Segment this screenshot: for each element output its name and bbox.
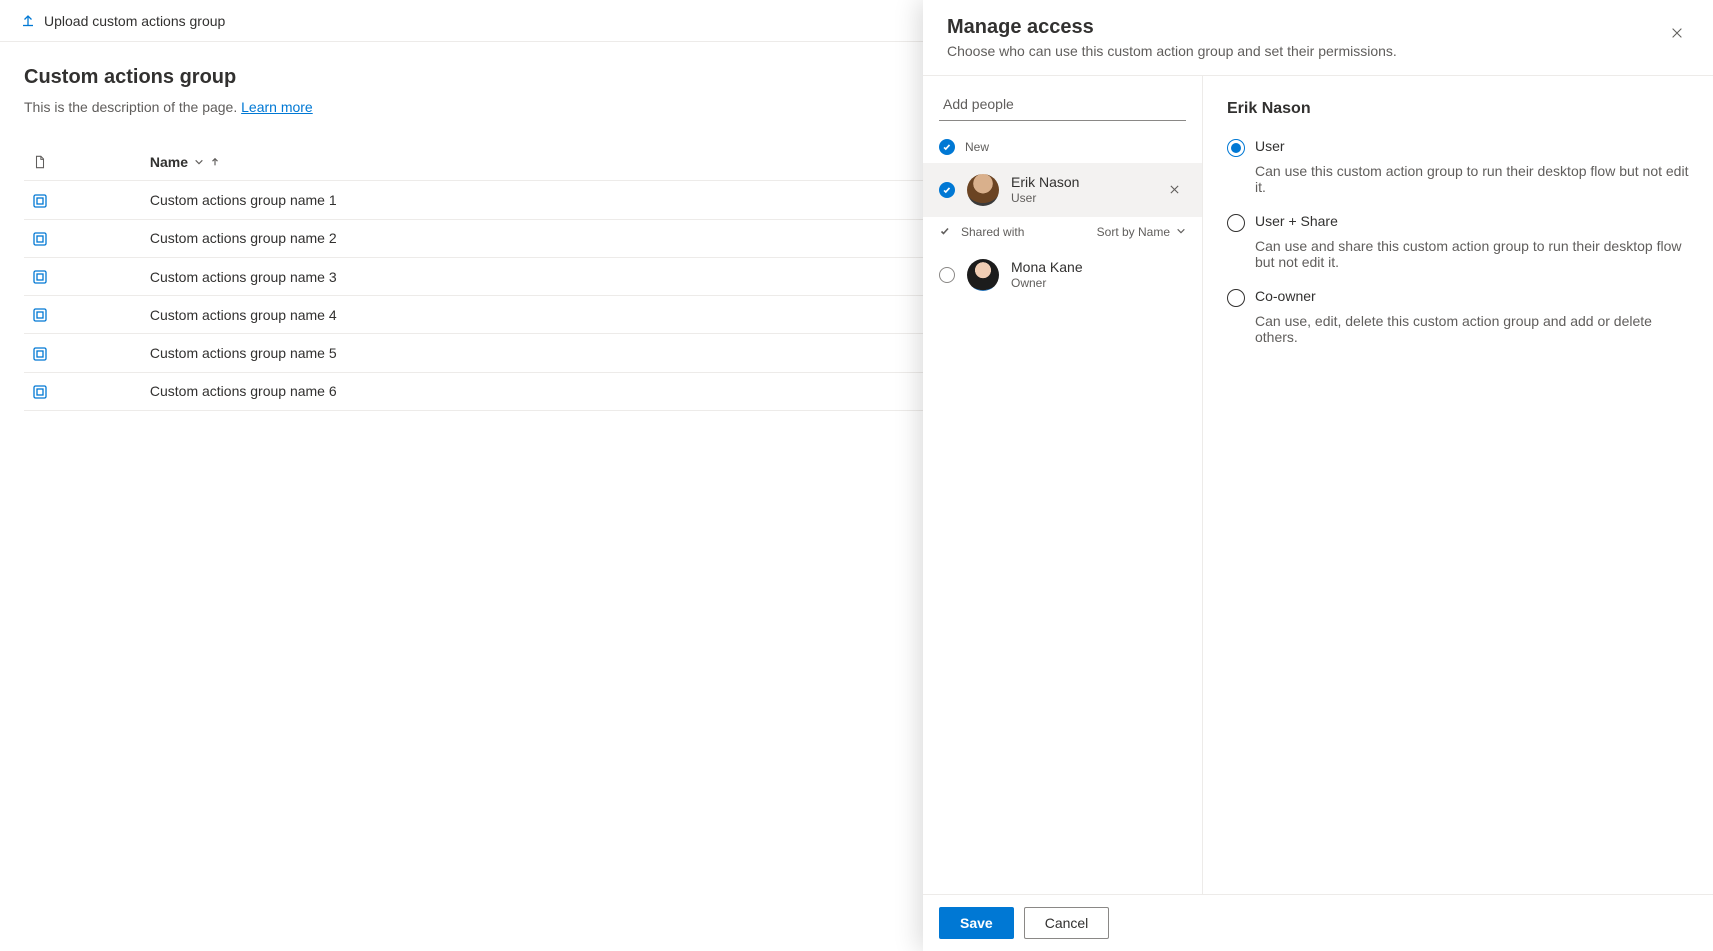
person-role: User bbox=[1011, 191, 1079, 207]
check-badge-icon bbox=[939, 182, 955, 198]
option-description: Can use, edit, delete this custom action… bbox=[1255, 313, 1689, 345]
sort-dropdown[interactable]: Sort by Name bbox=[1097, 225, 1186, 239]
group-icon bbox=[32, 346, 48, 362]
option-description: Can use and share this custom action gro… bbox=[1255, 238, 1689, 270]
permission-detail: Erik Nason User Can use this custom acti… bbox=[1203, 76, 1713, 894]
avatar bbox=[967, 259, 999, 291]
panel-header: Manage access Choose who can use this cu… bbox=[923, 0, 1713, 76]
arrow-up-icon bbox=[210, 154, 220, 170]
group-icon bbox=[32, 231, 48, 247]
column-header-name[interactable]: Name bbox=[150, 154, 994, 170]
permission-option[interactable]: Co-owner bbox=[1227, 288, 1689, 307]
section-new: New bbox=[923, 131, 1202, 163]
upload-button[interactable]: Upload custom actions group bbox=[16, 7, 229, 35]
section-shared: Shared with Sort by Name bbox=[923, 217, 1202, 248]
row-name: Custom actions group name 2 bbox=[142, 219, 1002, 257]
option-label: User bbox=[1255, 138, 1285, 154]
learn-more-link[interactable]: Learn more bbox=[241, 99, 313, 115]
chevron-down-icon bbox=[194, 154, 204, 170]
group-icon bbox=[32, 269, 48, 285]
close-icon bbox=[1670, 26, 1684, 43]
group-icon bbox=[32, 193, 48, 209]
group-icon bbox=[32, 307, 48, 323]
close-button[interactable] bbox=[1661, 18, 1693, 50]
person-row[interactable]: Mona Kane Owner bbox=[923, 248, 1202, 302]
option-label: User + Share bbox=[1255, 213, 1338, 229]
chevron-down-icon bbox=[1176, 225, 1186, 239]
panel-title: Manage access bbox=[947, 16, 1689, 39]
radio-icon bbox=[1227, 214, 1245, 232]
radio-unchecked-icon bbox=[939, 267, 955, 283]
document-icon bbox=[32, 154, 48, 170]
group-icon bbox=[32, 384, 48, 400]
panel-subtitle: Choose who can use this custom action gr… bbox=[947, 43, 1689, 59]
row-name: Custom actions group name 1 bbox=[142, 181, 1002, 219]
detail-person-name: Erik Nason bbox=[1227, 100, 1689, 118]
person-row[interactable]: Erik Nason User bbox=[923, 163, 1202, 217]
person-name: Erik Nason bbox=[1011, 173, 1079, 191]
person-role: Owner bbox=[1011, 276, 1083, 292]
option-label: Co-owner bbox=[1255, 288, 1316, 304]
manage-access-panel: Manage access Choose who can use this cu… bbox=[923, 0, 1713, 951]
cancel-button[interactable]: Cancel bbox=[1024, 907, 1110, 939]
option-description: Can use this custom action group to run … bbox=[1255, 163, 1689, 195]
permission-option[interactable]: User bbox=[1227, 138, 1689, 157]
people-list: New Erik Nason User Shared with Sort bbox=[923, 76, 1203, 894]
add-people-input[interactable] bbox=[939, 88, 1186, 121]
panel-footer: Save Cancel bbox=[923, 894, 1713, 951]
upload-label: Upload custom actions group bbox=[44, 13, 225, 29]
save-button[interactable]: Save bbox=[939, 907, 1014, 939]
radio-icon bbox=[1227, 139, 1245, 157]
remove-person-button[interactable] bbox=[1162, 178, 1186, 202]
check-badge-icon bbox=[939, 139, 955, 155]
row-name: Custom actions group name 4 bbox=[142, 296, 1002, 334]
permission-option[interactable]: User + Share bbox=[1227, 213, 1689, 232]
upload-icon bbox=[20, 13, 36, 29]
row-name: Custom actions group name 6 bbox=[142, 372, 1002, 410]
row-name: Custom actions group name 5 bbox=[142, 334, 1002, 372]
radio-icon bbox=[1227, 289, 1245, 307]
checkmark-icon bbox=[939, 225, 951, 240]
person-name: Mona Kane bbox=[1011, 258, 1083, 276]
avatar bbox=[967, 174, 999, 206]
row-name: Custom actions group name 3 bbox=[142, 257, 1002, 295]
